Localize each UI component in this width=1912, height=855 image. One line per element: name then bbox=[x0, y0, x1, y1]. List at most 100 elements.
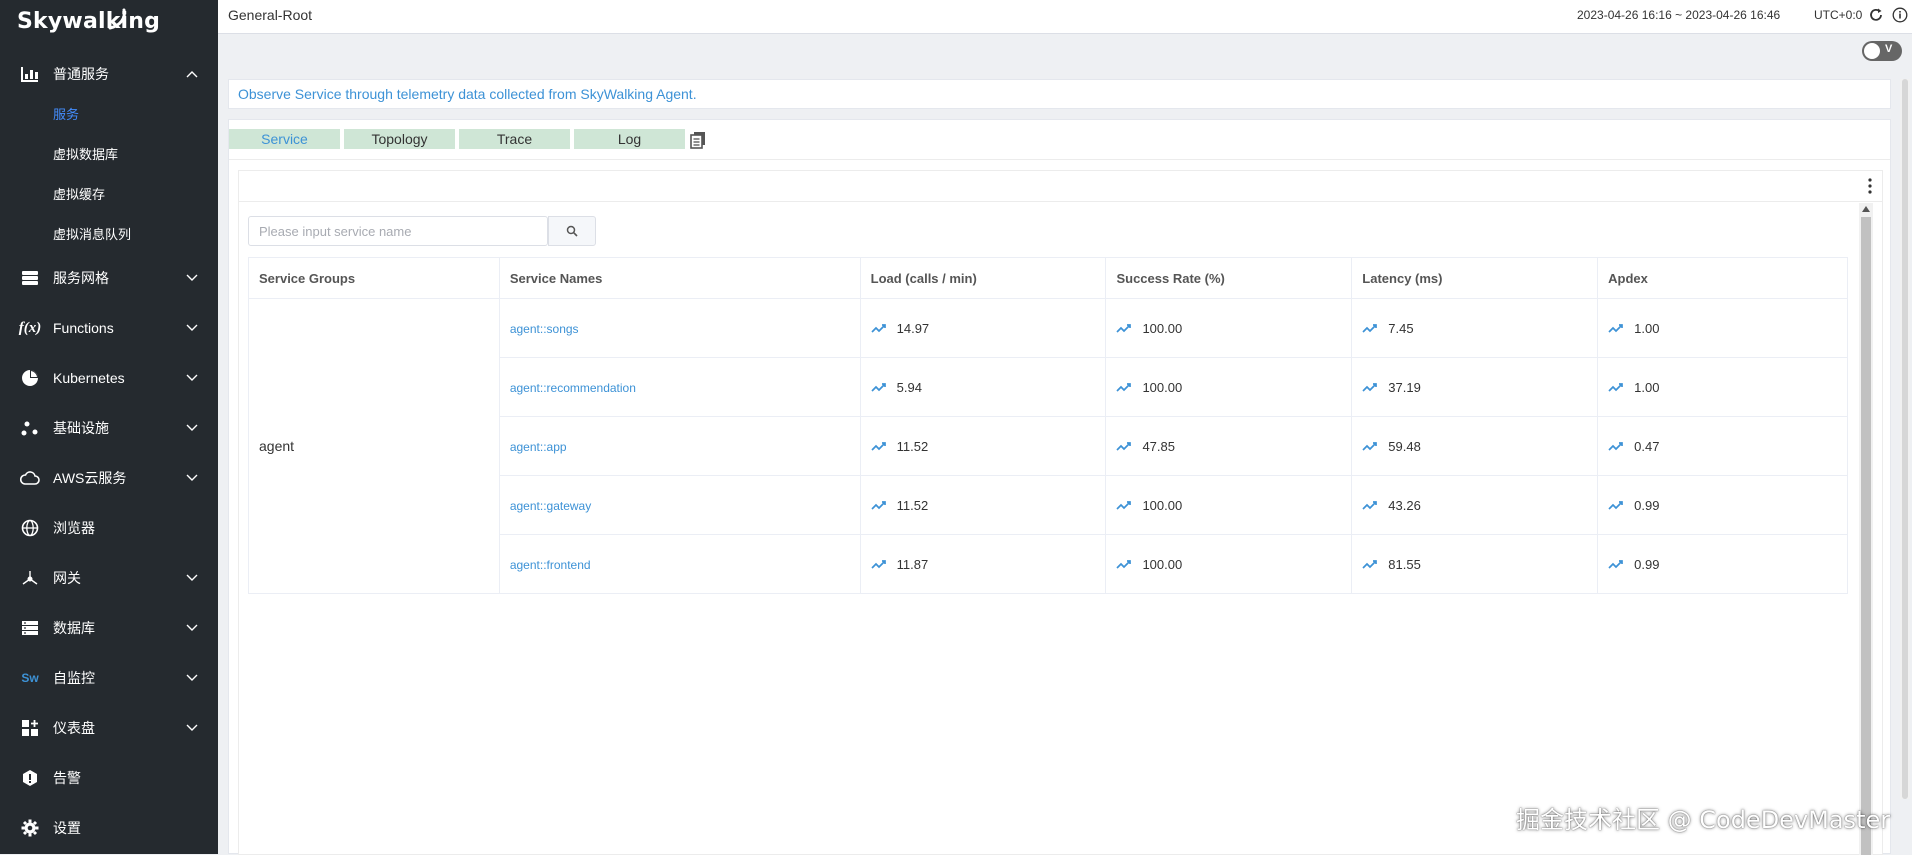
sidebar: Skywalking 普通服务 服务 虚拟数据库 虚拟缓存 虚拟消息队列 服务网… bbox=[0, 0, 218, 854]
load-value: 11.87 bbox=[896, 556, 929, 572]
apdex-metric[interactable]: 1.00 bbox=[1608, 321, 1846, 336]
refresh-icon[interactable] bbox=[1868, 7, 1884, 23]
apdex-metric[interactable]: 0.99 bbox=[1608, 557, 1846, 572]
latency-metric[interactable]: 81.55 bbox=[1362, 557, 1596, 572]
tab-service[interactable]: Service bbox=[229, 129, 340, 149]
sidebar-item-alarm[interactable]: 告警 bbox=[0, 753, 218, 803]
load-metric[interactable]: 14.97 bbox=[871, 321, 1105, 336]
column-header[interactable]: Service Names bbox=[498, 257, 861, 299]
load-value: 11.52 bbox=[896, 497, 929, 513]
time-range-picker[interactable]: 2023-04-26 16:16 ~ 2023-04-26 16:46 bbox=[1577, 8, 1780, 22]
bar-chart-icon bbox=[20, 64, 40, 84]
success-metric[interactable]: 100.00 bbox=[1116, 380, 1350, 395]
trend-icon bbox=[871, 383, 886, 392]
trend-icon bbox=[1608, 324, 1623, 333]
tab-topology[interactable]: Topology bbox=[344, 129, 455, 149]
latency-metric[interactable]: 37.19 bbox=[1362, 380, 1596, 395]
page-scrollbar-thumb[interactable] bbox=[1902, 79, 1908, 799]
breadcrumb[interactable]: General-Root bbox=[228, 7, 312, 23]
info-icon[interactable] bbox=[1892, 7, 1908, 23]
sidebar-item-kubernetes[interactable]: Kubernetes bbox=[0, 353, 218, 403]
tab-log[interactable]: Log bbox=[574, 129, 685, 149]
sidebar-item-self-observability[interactable]: Sw 自监控 bbox=[0, 653, 218, 703]
apdex-metric[interactable]: 0.99 bbox=[1608, 498, 1846, 513]
chevron-up-icon bbox=[186, 71, 198, 78]
sidebar-item-label: AWS云服务 bbox=[53, 470, 127, 486]
service-name-link[interactable]: agent::app bbox=[510, 440, 567, 454]
load-metric[interactable]: 11.52 bbox=[871, 498, 1105, 513]
table-scrollbar[interactable] bbox=[1859, 203, 1873, 855]
load-metric[interactable]: 11.87 bbox=[871, 557, 1105, 572]
success-metric[interactable]: 47.85 bbox=[1116, 439, 1350, 454]
success-value: 47.85 bbox=[1142, 438, 1175, 454]
trend-icon bbox=[1362, 442, 1378, 451]
sidebar-item-database[interactable]: 数据库 bbox=[0, 603, 218, 653]
column-header[interactable]: Latency (ms) bbox=[1351, 257, 1599, 299]
timezone-label[interactable]: UTC+0:0 bbox=[1814, 8, 1862, 22]
success-metric[interactable]: 100.00 bbox=[1116, 321, 1350, 336]
column-header[interactable]: Success Rate (%) bbox=[1105, 257, 1353, 299]
latency-metric[interactable]: 7.45 bbox=[1362, 321, 1596, 336]
apdex-value: 0.47 bbox=[1634, 438, 1660, 454]
search-icon bbox=[566, 225, 578, 237]
table-scrollbar-thumb[interactable] bbox=[1861, 217, 1871, 855]
column-header[interactable]: Service Groups bbox=[248, 257, 500, 299]
column-header[interactable]: Load (calls / min) bbox=[859, 257, 1107, 299]
service-name-link[interactable]: agent::songs bbox=[510, 322, 579, 336]
view-mode-toggle[interactable]: V bbox=[1862, 41, 1902, 61]
sidebar-item-settings[interactable]: 设置 bbox=[0, 803, 218, 853]
apdex-value: 1.00 bbox=[1634, 320, 1660, 336]
latency-metric[interactable]: 59.48 bbox=[1362, 439, 1596, 454]
sidebar-item-label: 设置 bbox=[53, 820, 81, 836]
copy-icon[interactable] bbox=[689, 131, 707, 149]
latency-value: 59.48 bbox=[1388, 438, 1421, 454]
sidebar-item-service-mesh[interactable]: 服务网格 bbox=[0, 253, 218, 303]
sidebar-item-general-service[interactable]: 普通服务 bbox=[0, 55, 218, 93]
scroll-up-arrow[interactable] bbox=[1862, 206, 1870, 212]
skywalking-logo[interactable]: Skywalking bbox=[17, 9, 160, 34]
sidebar-subitem-virtual-cache[interactable]: 虚拟缓存 bbox=[0, 173, 218, 213]
sidebar-item-gateway[interactable]: 网关 bbox=[0, 553, 218, 603]
sidebar-item-browser[interactable]: 浏览器 bbox=[0, 503, 218, 553]
service-name-link[interactable]: agent::frontend bbox=[510, 558, 591, 572]
latency-value: 81.55 bbox=[1388, 556, 1421, 572]
page-scrollbar[interactable] bbox=[1900, 79, 1910, 799]
chevron-down-icon bbox=[186, 674, 198, 681]
table-row: agent agent::songs 14.97 100.00 7.45 1.0… bbox=[248, 298, 1848, 594]
sidebar-item-dashboard[interactable]: 仪表盘 bbox=[0, 703, 218, 753]
chevron-down-icon bbox=[186, 424, 198, 431]
apdex-metric[interactable]: 1.00 bbox=[1608, 380, 1846, 395]
divider bbox=[229, 159, 1890, 160]
tab-trace[interactable]: Trace bbox=[459, 129, 570, 149]
sidebar-item-label: 服务网格 bbox=[53, 270, 109, 286]
service-name-link[interactable]: agent::recommendation bbox=[510, 381, 636, 395]
success-metric[interactable]: 100.00 bbox=[1116, 498, 1350, 513]
load-metric[interactable]: 5.94 bbox=[871, 380, 1105, 395]
success-value: 100.00 bbox=[1142, 497, 1183, 513]
trend-icon bbox=[1116, 324, 1132, 333]
latency-metric[interactable]: 43.26 bbox=[1362, 498, 1596, 513]
trend-icon bbox=[1608, 442, 1623, 451]
service-search-input[interactable] bbox=[248, 216, 548, 246]
load-value: 5.94 bbox=[896, 379, 922, 395]
load-metric[interactable]: 11.52 bbox=[871, 439, 1105, 454]
globe-icon bbox=[20, 518, 40, 538]
latency-value: 37.19 bbox=[1388, 379, 1421, 395]
service-name-link[interactable]: agent::gateway bbox=[510, 499, 591, 513]
search-button[interactable] bbox=[548, 216, 596, 246]
apdex-metric[interactable]: 0.47 bbox=[1608, 439, 1846, 454]
sidebar-subitem-virtual-mq[interactable]: 虚拟消息队列 bbox=[0, 213, 218, 253]
chevron-down-icon bbox=[186, 274, 198, 281]
sidebar-item-label: 自监控 bbox=[53, 670, 95, 686]
more-options-icon[interactable] bbox=[1866, 177, 1874, 195]
success-metric[interactable]: 100.00 bbox=[1116, 557, 1350, 572]
sidebar-subitem-service[interactable]: 服务 bbox=[0, 93, 218, 133]
sidebar-item-aws[interactable]: AWS云服务 bbox=[0, 453, 218, 503]
sidebar-item-infrastructure[interactable]: 基础设施 bbox=[0, 403, 218, 453]
cloud-icon bbox=[20, 468, 40, 488]
latency-value: 7.45 bbox=[1388, 320, 1414, 336]
column-header[interactable]: Apdex bbox=[1597, 257, 1848, 299]
sidebar-item-functions[interactable]: f(x) Functions bbox=[0, 303, 218, 353]
sidebar-subitem-virtual-database[interactable]: 虚拟数据库 bbox=[0, 133, 218, 173]
trend-icon bbox=[871, 501, 886, 510]
